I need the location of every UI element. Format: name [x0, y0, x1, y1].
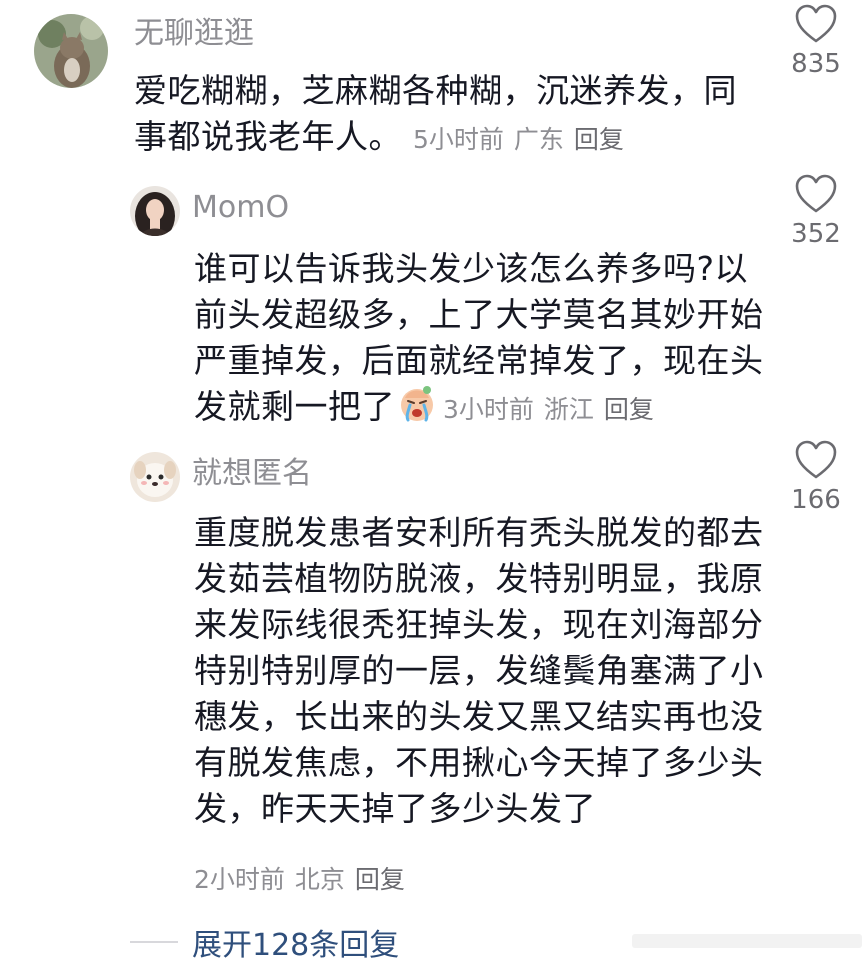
comment-username[interactable]: 就想匿名	[192, 454, 312, 494]
comment-line: 严重掉发，后面就经常掉发了，现在头	[194, 341, 764, 380]
watermark-graphic	[632, 928, 862, 954]
crying-face-emoji	[397, 384, 437, 424]
comment-time: 2小时前	[194, 865, 285, 894]
comment-username[interactable]: 无聊逛逛	[134, 14, 254, 54]
comment-body: 谁可以告诉我头发少该怎么养多吗?以 前头发超级多，上了大学莫名其妙开始 严重掉发…	[194, 246, 764, 433]
comment-location: 浙江	[543, 395, 594, 424]
comment-meta: 5小时前 广东 回复	[413, 125, 634, 154]
comment-meta: 2小时前 北京 回复	[194, 860, 415, 900]
comment-time: 5小时前	[413, 125, 504, 154]
comment-line: 事都说我老年人。 5小时前 广东 回复	[134, 114, 737, 163]
comment-line: 重度脱发患者安利所有秃头脱发的都去	[194, 513, 764, 552]
comment-time: 3小时前	[443, 395, 534, 424]
comment-line: 有脱发焦虑，不用揪心今天掉了多少头	[194, 743, 764, 782]
like-button[interactable]: 166	[780, 440, 852, 516]
avatar-cat[interactable]	[34, 14, 108, 88]
comment-line: 特别特别厚的一层，发缝鬓角塞满了小	[194, 651, 764, 690]
expand-replies-button[interactable]: 展开128条回复	[130, 920, 399, 964]
reply-button[interactable]: 回复	[604, 395, 654, 424]
heart-icon	[795, 4, 837, 43]
comment-username[interactable]: MomO	[192, 188, 289, 228]
comment-line: 发就剩一把了 3小时前 浙江 回复	[194, 384, 764, 433]
avatar-dog[interactable]	[130, 452, 180, 502]
avatar-woman[interactable]	[130, 186, 180, 236]
comment-line: 来发际线很秃狂掉头发，现在刘海部分	[194, 605, 764, 644]
divider	[130, 941, 178, 943]
reply-button[interactable]: 回复	[355, 865, 405, 894]
heart-icon	[795, 174, 837, 213]
comment-meta: 3小时前 浙江 回复	[443, 395, 664, 424]
reply-button[interactable]: 回复	[574, 125, 624, 154]
comment-location: 广东	[513, 125, 564, 154]
heart-icon	[795, 440, 837, 479]
comment-body: 重度脱发患者安利所有秃头脱发的都去 发茹芸植物防脱液，发特别明显，我原 来发际线…	[194, 510, 764, 832]
comment-body: 爱吃糊糊，芝麻糊各种糊，沉迷养发，同 事都说我老年人。 5小时前 广东 回复	[134, 68, 737, 163]
comment-line-text: 发就剩一把了	[194, 387, 395, 426]
like-count: 835	[791, 49, 841, 79]
comment-line: 谁可以告诉我头发少该怎么养多吗?以	[194, 249, 749, 288]
comment-line: 爱吃糊糊，芝麻糊各种糊，沉迷养发，同	[134, 71, 737, 110]
comment-line-text: 事都说我老年人。	[134, 117, 402, 156]
like-count: 352	[791, 219, 841, 249]
comment-line: 穗发，长出来的头发又黑又结实再也没	[194, 697, 764, 736]
like-button[interactable]: 352	[780, 174, 852, 250]
expand-replies-label: 展开128条回复	[192, 928, 400, 963]
like-count: 166	[791, 485, 841, 515]
comment-line: 前头发超级多，上了大学莫名其妙开始	[194, 295, 764, 334]
comment-line: 发茹芸植物防脱液，发特别明显，我原	[194, 559, 764, 598]
comment-location: 北京	[294, 865, 345, 894]
comment-line: 发，昨天天掉了多少头发了	[194, 789, 596, 828]
like-button[interactable]: 835	[780, 4, 852, 80]
